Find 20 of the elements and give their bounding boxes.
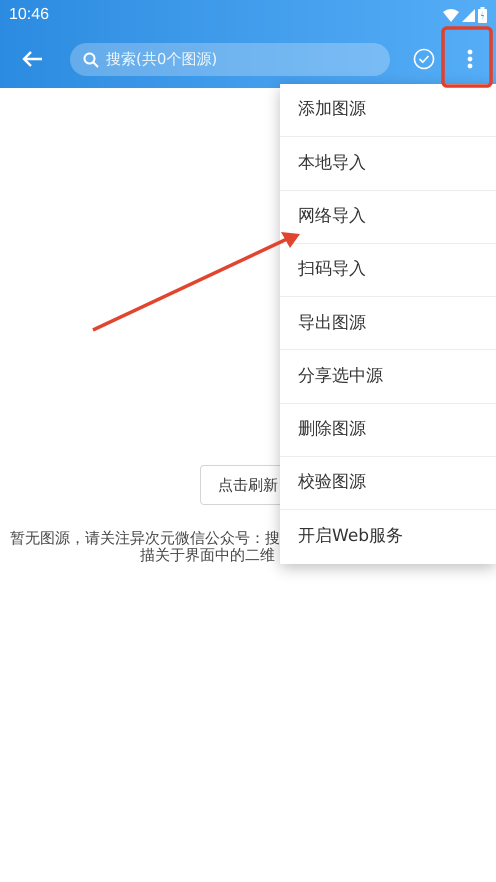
empty-message: 暂无图源，请关注异次元微信公众号：搜	[10, 529, 280, 547]
highlight-frame	[441, 26, 493, 88]
select-all-button[interactable]	[412, 47, 436, 71]
check-circle-icon	[413, 48, 435, 70]
menu-item[interactable]: 导出图源	[280, 297, 496, 350]
status-time: 10:46	[9, 5, 50, 25]
more-icon	[467, 49, 473, 69]
menu-item[interactable]: 分享选中源	[280, 350, 496, 404]
menu-item[interactable]: 删除图源	[280, 404, 496, 458]
menu-item[interactable]: 扫码导入	[280, 244, 496, 298]
search-icon	[83, 52, 99, 68]
wifi-icon	[443, 8, 459, 22]
menu-item[interactable]: 开启Web服务	[280, 510, 496, 564]
signal-icon	[462, 8, 475, 22]
menu-item[interactable]: 本地导入	[280, 137, 496, 191]
empty-message: 描关于界面中的二维	[140, 546, 275, 564]
back-icon	[21, 50, 43, 68]
battery-icon	[478, 7, 487, 23]
menu-item[interactable]: 校验图源	[280, 457, 496, 510]
menu-item[interactable]: 添加图源	[280, 84, 496, 138]
